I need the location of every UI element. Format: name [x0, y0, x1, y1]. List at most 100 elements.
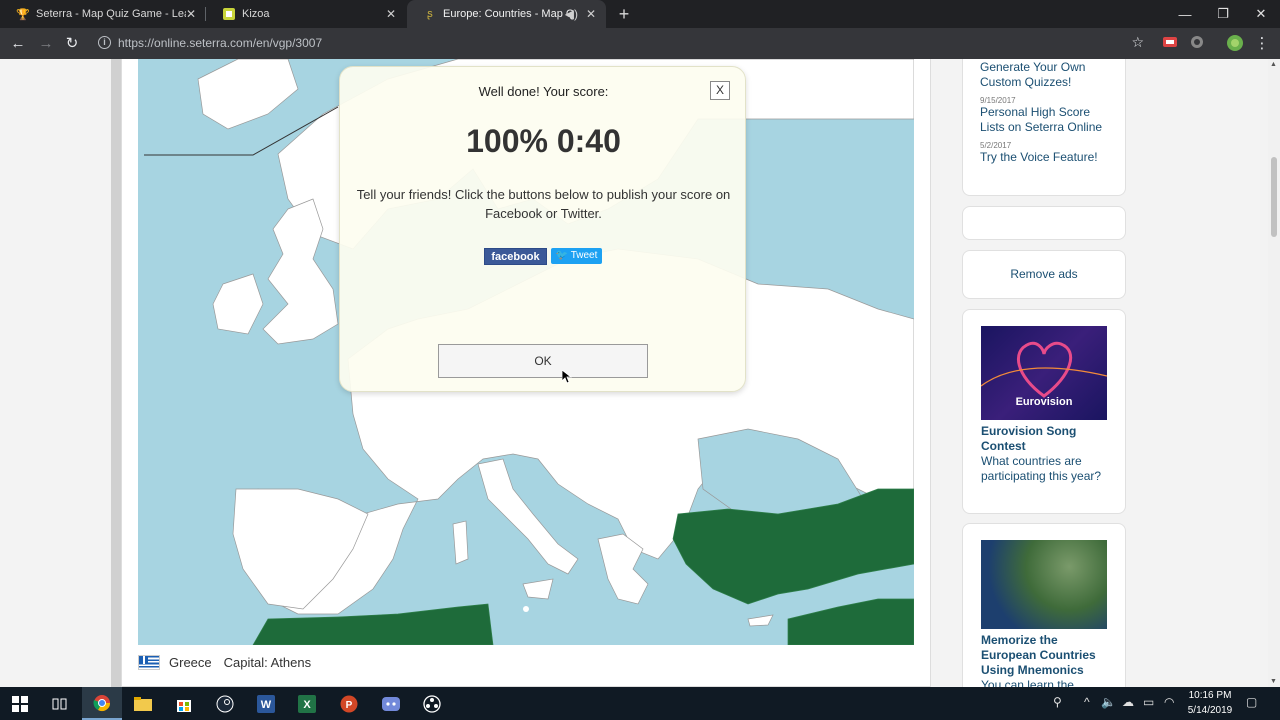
promo-title[interactable]: Memorize the European Countries Using Mn… [981, 633, 1107, 678]
back-arrow-icon[interactable]: ← [7, 33, 29, 55]
file-explorer-icon[interactable] [123, 687, 163, 720]
news-card: Generate Your Own Custom Quizzes! 9/15/2… [962, 59, 1126, 196]
clock-time: 10:16 PM [1188, 690, 1232, 701]
ok-button[interactable]: OK [438, 344, 648, 378]
eurovision-image[interactable]: Eurovision [981, 326, 1107, 420]
bookmark-star-icon[interactable]: ☆ [1131, 34, 1144, 51]
browser-toolbar: ← → ↻ i https://online.seterra.com/en/vg… [0, 28, 1280, 59]
url-text[interactable]: https://online.seterra.com/en/vgp/3007 [118, 36, 322, 50]
profile-avatar-icon[interactable] [1226, 34, 1244, 52]
news-item[interactable]: Generate Your Own Custom Quizzes! [980, 60, 1108, 90]
volume-icon[interactable]: 🔈 [1101, 695, 1116, 709]
extension-red-icon[interactable] [1162, 34, 1180, 52]
extension-gray-icon[interactable] [1189, 34, 1207, 52]
reload-icon[interactable]: ↻ [61, 33, 83, 55]
facebook-share-button[interactable]: facebook [484, 248, 547, 265]
island-malta [523, 606, 529, 612]
tray-chevron-icon[interactable]: ^ [1084, 695, 1090, 709]
capital-label: Capital: Athens [223, 654, 312, 670]
island-cyprus [747, 614, 774, 627]
news-date: 9/15/2017 [980, 96, 1016, 105]
eurovision-logo-text: Eurovision [1015, 396, 1073, 408]
steam-icon[interactable] [205, 687, 245, 720]
scroll-down-icon[interactable]: ▼ [1270, 678, 1277, 685]
address-bar[interactable]: i https://online.seterra.com/en/vgp/3007… [92, 31, 1152, 56]
scroll-up-icon[interactable]: ▲ [1270, 61, 1277, 68]
close-tab-icon[interactable]: ✕ [386, 7, 396, 21]
close-tab-icon[interactable]: ✕ [586, 7, 596, 21]
site-info-icon[interactable]: i [98, 36, 111, 49]
windows-start-icon[interactable] [0, 687, 40, 720]
new-tab-button[interactable]: + [614, 4, 634, 24]
europe-satellite-image[interactable] [981, 540, 1107, 629]
maximize-icon[interactable]: ❐ [1204, 0, 1242, 28]
news-date: 5/2/2017 [980, 141, 1012, 150]
tab-title: Kizoa [242, 8, 270, 20]
promo-desc: What countries are participating this ye… [981, 454, 1102, 483]
notification-icon[interactable]: ▢ [1246, 695, 1257, 709]
promo-card-mnemonics[interactable]: Memorize the European Countries Using Mn… [962, 523, 1126, 687]
wifi-icon[interactable]: ◠ [1164, 695, 1174, 709]
tab-kizoa[interactable]: Kizoa ✕ [206, 0, 406, 28]
close-tab-icon[interactable]: ✕ [186, 7, 196, 21]
country-iceland [197, 59, 299, 130]
onedrive-icon[interactable]: ☁ [1122, 695, 1134, 709]
obs-icon[interactable] [412, 687, 452, 720]
task-view-icon[interactable] [40, 687, 80, 720]
empty-ad-slot [962, 206, 1126, 240]
region-middle-east [787, 598, 914, 645]
score-value: 100% 0:40 [466, 123, 621, 159]
quiz-footer: Greece Capital: Athens [138, 649, 311, 675]
country-name: Greece [169, 654, 212, 670]
excel-icon[interactable]: X [287, 687, 327, 720]
svg-text:X: X [303, 699, 311, 711]
trophy-icon: 🏆 [16, 8, 30, 21]
store-icon[interactable] [164, 687, 204, 720]
dialog-heading: Well done! Your score: [478, 84, 609, 99]
minimize-icon[interactable]: — [1166, 0, 1204, 28]
taskbar-clock[interactable]: 10:16 PM 5/14/2019 [1180, 688, 1240, 718]
page-left-gutter [111, 59, 121, 687]
twitter-bird-icon: 🐦 [555, 250, 571, 261]
kizoa-icon [222, 7, 236, 21]
tweet-button[interactable]: 🐦 Tweet [551, 248, 602, 264]
close-dialog-button[interactable]: X [710, 81, 730, 100]
promo-desc: You can learn the [981, 678, 1074, 687]
people-icon[interactable]: ⚲ [1053, 695, 1062, 709]
discord-icon[interactable] [371, 687, 411, 720]
region-north-africa [252, 603, 494, 645]
promo-title[interactable]: Eurovision Song Contest [981, 424, 1107, 454]
scrollbar-thumb[interactable] [1271, 157, 1277, 237]
windows-taskbar: W X P ⚲ ^ 🔈 ☁ ▭ ◠ 10:16 PM 5/14/2019 ▢ [0, 687, 1280, 720]
forward-arrow-icon[interactable]: → [35, 33, 57, 55]
tab-seterra-leaderboard[interactable]: 🏆 Seterra - Map Quiz Game - Leader ✕ [0, 0, 206, 28]
powerpoint-icon[interactable]: P [329, 687, 369, 720]
news-title[interactable]: Personal High Score Lists on Seterra Onl… [980, 105, 1102, 134]
page-scrollbar[interactable]: ▲ ▼ [1268, 59, 1280, 687]
tab-title: Seterra - Map Quiz Game - Leader [36, 8, 186, 20]
tab-europe-countries[interactable]: ʂ Europe: Countries - Map Qui ◀) ✕ [407, 0, 606, 28]
tab-strip: 🏆 Seterra - Map Quiz Game - Leader ✕ Kiz… [0, 0, 1280, 28]
chrome-menu-icon[interactable]: ⋮ [1251, 33, 1273, 55]
svg-text:W: W [261, 699, 272, 711]
share-message: Tell your friends! Click the buttons bel… [356, 187, 731, 221]
promo-card-eurovision[interactable]: Eurovision Eurovision Song Contest What … [962, 309, 1126, 514]
country-ireland [212, 273, 264, 335]
island-sicily [522, 578, 554, 600]
news-item[interactable]: Try the Voice Feature! [980, 150, 1108, 165]
news-title[interactable]: Generate Your Own Custom Quizzes! [980, 60, 1085, 89]
news-title[interactable]: Try the Voice Feature! [980, 150, 1098, 164]
tab-title: Europe: Countries - Map Qui [443, 8, 573, 20]
page-content: Greece Capital: Athens Well done! Your s… [0, 59, 1268, 687]
close-window-icon[interactable]: ✕ [1242, 0, 1280, 28]
seterra-icon: ʂ [427, 8, 433, 20]
battery-icon[interactable]: ▭ [1143, 695, 1154, 709]
mouse-cursor-icon [562, 370, 572, 384]
news-item[interactable]: Personal High Score Lists on Seterra Onl… [980, 105, 1108, 135]
audio-icon[interactable]: ◀) [565, 7, 578, 21]
chrome-taskbar-icon[interactable] [82, 687, 122, 720]
remove-ads-button[interactable]: Remove ads [962, 250, 1126, 299]
word-icon[interactable]: W [246, 687, 286, 720]
island-sardinia [452, 520, 469, 565]
tweet-label: Tweet [570, 250, 598, 261]
